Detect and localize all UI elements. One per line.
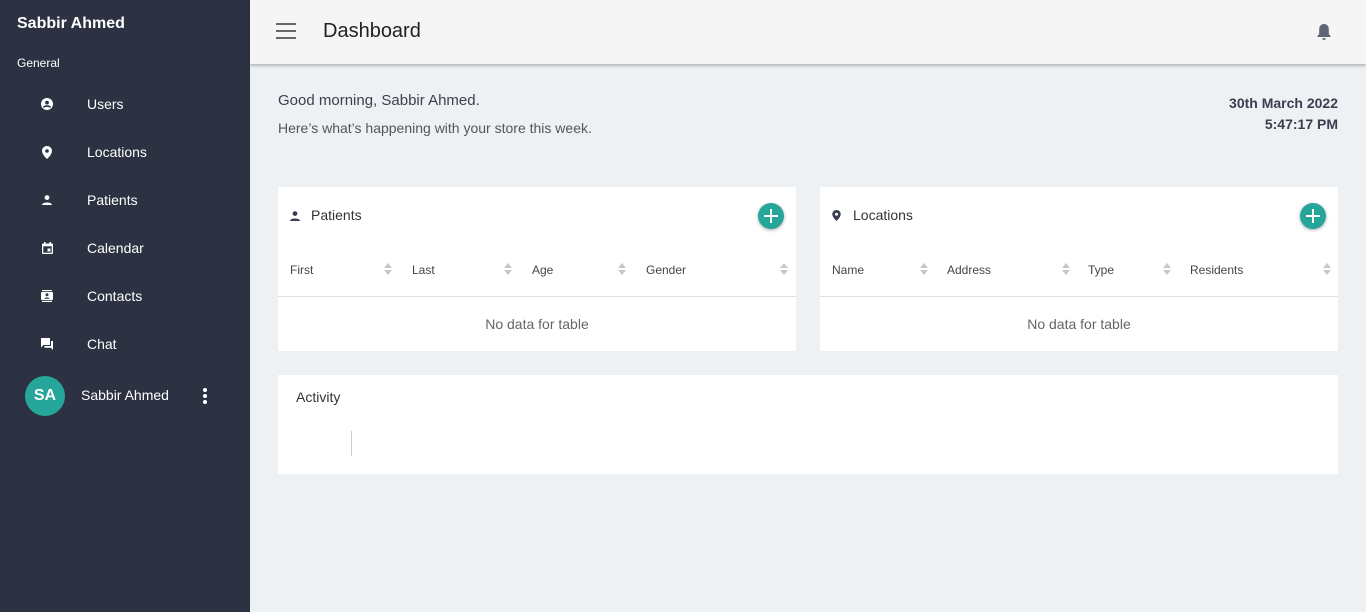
sort-icon[interactable] <box>1163 262 1171 276</box>
column-header-gender[interactable]: Gender <box>646 263 686 277</box>
patients-card: Patients First Last Age Gender No data f… <box>278 187 796 351</box>
map-pin-icon <box>40 145 54 159</box>
sidebar-item-label: Calendar <box>87 240 144 256</box>
sidebar-item-users[interactable]: Users <box>0 84 250 124</box>
column-header-address[interactable]: Address <box>947 263 991 277</box>
locations-card-title: Locations <box>853 207 913 223</box>
user-name: Sabbir Ahmed <box>81 387 169 403</box>
column-header-residents[interactable]: Residents <box>1190 263 1243 277</box>
sort-icon[interactable] <box>1323 262 1331 276</box>
table-divider <box>278 296 796 297</box>
sort-icon[interactable] <box>618 262 626 276</box>
activity-timeline <box>351 431 352 456</box>
section-label-general: General <box>17 56 60 70</box>
contacts-icon <box>40 289 54 303</box>
current-date: 30th March 2022 <box>1229 95 1338 111</box>
column-header-first[interactable]: First <box>290 263 313 277</box>
chat-icon <box>40 337 54 351</box>
sidebar-item-label: Chat <box>87 336 117 352</box>
sidebar-item-locations[interactable]: Locations <box>0 132 250 172</box>
sort-icon[interactable] <box>384 262 392 276</box>
account-circle-icon <box>40 97 54 111</box>
bell-icon[interactable] <box>1316 23 1332 41</box>
add-location-button[interactable] <box>1300 203 1326 229</box>
activity-card: Activity <box>278 375 1338 474</box>
current-time: 5:47:17 PM <box>1264 116 1338 132</box>
sidebar-item-label: Locations <box>87 144 147 160</box>
locations-empty-message: No data for table <box>1027 316 1131 332</box>
sidebar-item-label: Users <box>87 96 124 112</box>
sort-icon[interactable] <box>780 262 788 276</box>
sidebar-user: SA Sabbir Ahmed <box>0 376 250 416</box>
patients-card-title: Patients <box>311 207 362 223</box>
greeting-subtitle: Here’s what’s happening with your store … <box>278 120 592 136</box>
sort-icon[interactable] <box>920 262 928 276</box>
sidebar-item-label: Contacts <box>87 288 143 304</box>
greeting-title: Good morning, Sabbir Ahmed. <box>278 92 480 109</box>
patients-empty-message: No data for table <box>485 316 589 332</box>
activity-title: Activity <box>296 389 341 405</box>
sidebar-item-contacts[interactable]: Contacts <box>0 276 250 316</box>
map-pin-icon <box>832 208 844 221</box>
table-divider <box>820 296 1338 297</box>
menu-icon[interactable] <box>276 23 296 39</box>
sidebar: Sabbir Ahmed General Users Locations Pat… <box>0 0 250 612</box>
person-icon <box>40 193 54 207</box>
column-header-age[interactable]: Age <box>532 263 553 277</box>
sidebar-item-label: Patients <box>87 192 138 208</box>
locations-card: Locations Name Address Type Residents No… <box>820 187 1338 351</box>
calendar-icon <box>40 241 54 255</box>
sort-icon[interactable] <box>1062 262 1070 276</box>
add-patient-button[interactable] <box>758 203 784 229</box>
brand-title: Sabbir Ahmed <box>17 15 125 32</box>
avatar[interactable]: SA <box>25 376 65 416</box>
sidebar-item-chat[interactable]: Chat <box>0 324 250 364</box>
top-header: Dashboard <box>250 0 1366 64</box>
page-title: Dashboard <box>323 20 421 42</box>
column-header-last[interactable]: Last <box>412 263 435 277</box>
person-icon <box>290 208 302 221</box>
sidebar-item-patients[interactable]: Patients <box>0 180 250 220</box>
sort-icon[interactable] <box>504 262 512 276</box>
more-vert-icon[interactable] <box>198 386 212 406</box>
column-header-name[interactable]: Name <box>832 263 864 277</box>
sidebar-item-calendar[interactable]: Calendar <box>0 228 250 268</box>
column-header-type[interactable]: Type <box>1088 263 1114 277</box>
